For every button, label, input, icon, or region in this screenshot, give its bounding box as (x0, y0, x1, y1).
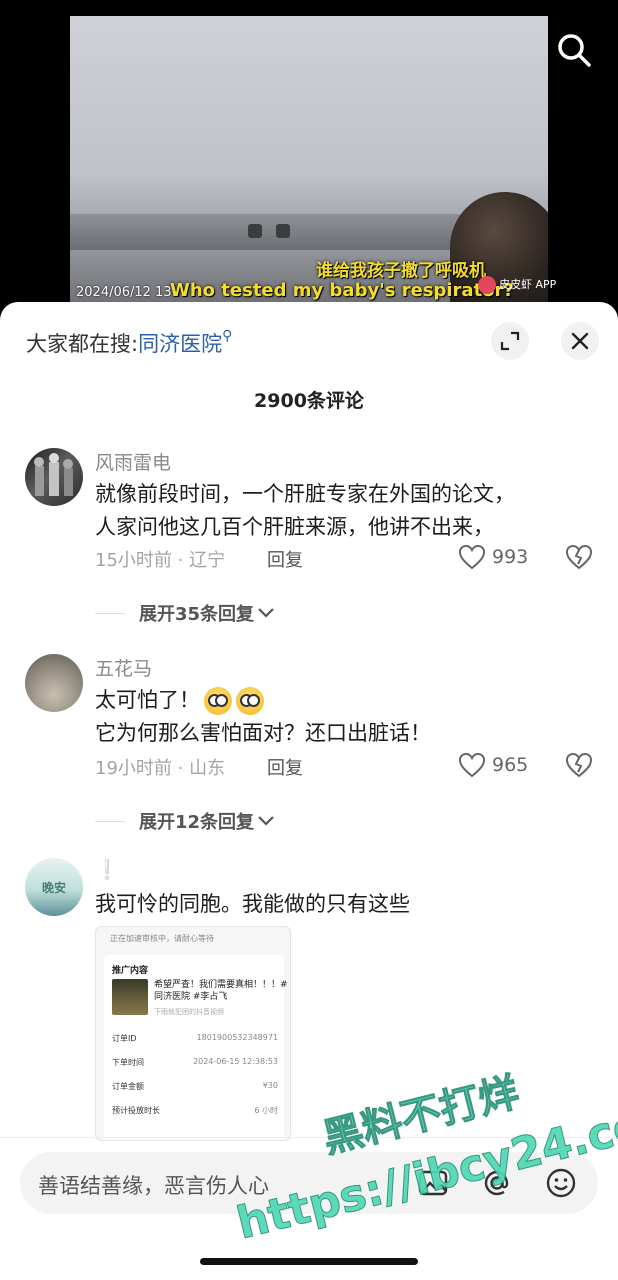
comment-input-placeholder: 善语结善缘，恶言伤人心 (38, 1174, 269, 1198)
promo-subtitle: 下雨就犯困的抖音视频 (154, 1008, 224, 1016)
search-small-icon: ⚲ (222, 328, 233, 344)
promo-line: 同济医院 #李占飞 (154, 992, 228, 1002)
row-value: 6 小时 (254, 1106, 278, 1115)
close-button[interactable] (561, 322, 599, 360)
heart-icon (458, 544, 486, 570)
username[interactable]: ❕ (95, 858, 119, 881)
comment-meta: 15小时前 · 辽宁 (95, 550, 226, 571)
username[interactable]: 五花马 (95, 654, 152, 681)
home-indicator[interactable] (200, 1258, 418, 1265)
broken-heart-icon (565, 752, 593, 778)
avatar[interactable]: 晚安 (25, 858, 83, 916)
expand-replies-button[interactable]: 展开35条回复 (95, 600, 275, 626)
search-icon (558, 34, 591, 67)
expand-replies-button[interactable]: 展开12条回复 (95, 808, 275, 834)
dislike-button[interactable] (565, 544, 593, 574)
hot-search[interactable]: 大家都在搜:同济医院⚲ (26, 328, 232, 358)
comment-meta: 19小时前 · 山东 (95, 758, 226, 779)
video-player[interactable]: 谁给我孩子撤了呼吸机 2024/06/12 13:... Who tested … (0, 0, 618, 320)
video-thumbnail (112, 979, 148, 1015)
video-subtitle-en: Who tested my baby's respirator? (170, 280, 514, 301)
hot-search-prefix: 大家都在搜: (26, 332, 139, 356)
order-row: 预计投放时长 6 小时 (112, 1105, 278, 1116)
like-count: 993 (492, 546, 529, 568)
shocked-emoji-icon (204, 687, 232, 715)
like-count: 965 (492, 754, 529, 776)
expand-icon (500, 331, 520, 351)
like-button[interactable]: 993 (458, 544, 528, 570)
panel-title: 推广内容 (112, 966, 149, 976)
comment-text-line: 太可怕了！ (95, 684, 264, 717)
chevron-down-icon (258, 608, 274, 618)
fullscreen-button[interactable] (491, 322, 529, 360)
review-note: 正在加速审核中，请耐心等待 (110, 934, 214, 943)
video-subtitle-zh: 谁给我孩子撤了呼吸机 (316, 261, 486, 281)
reply-button[interactable]: 回复 (267, 546, 303, 572)
divider-line (95, 612, 125, 614)
dislike-button[interactable] (565, 752, 593, 782)
row-label: 预计投放时长 (112, 1106, 160, 1115)
row-value: 1801900532348971 (196, 1033, 278, 1042)
avatar-figures (34, 453, 73, 496)
broken-heart-icon (565, 544, 593, 570)
row-value: 2024-06-15 12:38:53 (193, 1057, 278, 1066)
wall-socket (248, 224, 262, 238)
like-button[interactable]: 965 (458, 752, 528, 778)
video-logo: 皮皮虾 APP (478, 276, 556, 294)
username[interactable]: 风雨雷电 (95, 448, 171, 475)
chevron-down-icon (258, 816, 274, 826)
row-label: 下单时间 (112, 1058, 144, 1067)
avatar[interactable] (25, 448, 83, 506)
heart-icon (458, 752, 486, 778)
comment-image[interactable]: 正在加速审核中，请耐心等待 推广内容 希望严查！我们需要真相！！！# 同济医院 … (95, 926, 291, 1141)
expand-replies-label: 展开35条回复 (139, 604, 255, 625)
order-row: 订单金额 ¥30 (112, 1081, 278, 1092)
comment-text-line: 我可怜的同胞。我能做的只有这些 (95, 892, 410, 916)
wall-socket (276, 224, 290, 238)
video-logo-text: 皮皮虾 APP (499, 278, 557, 291)
row-value: ¥30 (262, 1081, 278, 1090)
promo-line: 希望严查！我们需要真相！！！# (154, 980, 288, 990)
comment-text-line: 人家问他这几百个肝脏来源，他讲不出来， (95, 515, 494, 539)
hot-search-keyword[interactable]: 同济医院 (138, 332, 222, 356)
search-button[interactable] (554, 30, 594, 70)
comment-text: 太可怕了！ (95, 688, 200, 712)
row-label: 订单ID (112, 1034, 137, 1043)
expand-replies-label: 展开12条回复 (139, 812, 255, 833)
comment-text-line: 就像前段时间，一个肝脏专家在外国的论文， (95, 482, 515, 506)
order-row: 下单时间 2024-06-15 12:38:53 (112, 1057, 278, 1068)
avatar[interactable] (25, 654, 83, 712)
comment-count: 2900条评论 (254, 390, 364, 412)
row-label: 订单金额 (112, 1082, 144, 1091)
app-logo-icon (478, 276, 496, 294)
divider-line (95, 820, 125, 822)
avatar-text: 晚安 (41, 880, 66, 895)
comment-text-line: 它为何那么害怕面对？还口出脏话！ (95, 721, 431, 745)
order-row: 订单ID 1801900532348971 (112, 1033, 278, 1044)
shocked-emoji-icon (236, 687, 264, 715)
close-icon (571, 332, 589, 350)
promo-title: 希望严查！我们需要真相！！！# 同济医院 #李占飞 (154, 979, 288, 1003)
promo-panel: 推广内容 希望严查！我们需要真相！！！# 同济医院 #李占飞 下雨就犯困的抖音视… (104, 955, 288, 1140)
reply-button[interactable]: 回复 (267, 754, 303, 780)
